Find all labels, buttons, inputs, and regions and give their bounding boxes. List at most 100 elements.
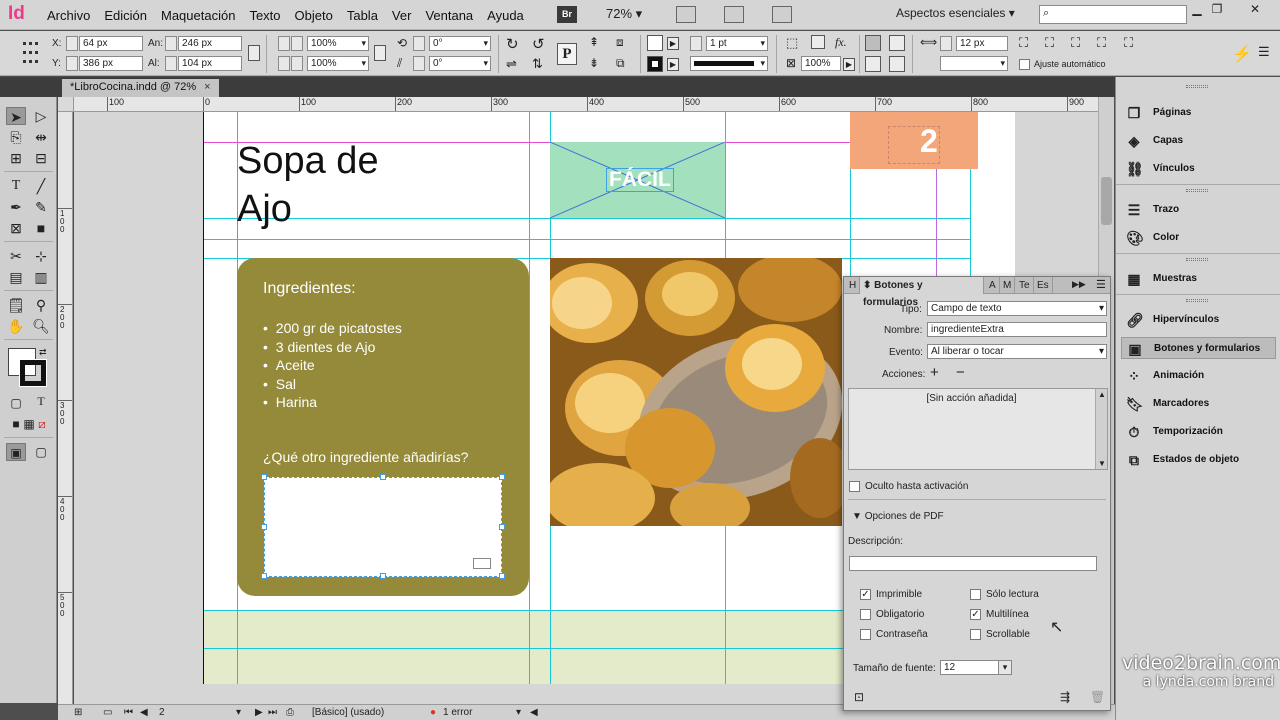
line-tool-icon[interactable]: ╱ xyxy=(31,177,51,195)
menu-archivo[interactable]: Archivo xyxy=(40,8,97,23)
first-page-icon[interactable]: ⏮ xyxy=(124,707,133,718)
dock-animation[interactable]: ⁘ Animación xyxy=(1121,365,1276,387)
formatting-text-icon[interactable]: T xyxy=(31,394,51,412)
constrain-proportions-icon[interactable] xyxy=(248,45,260,61)
arrange-documents-icon[interactable] xyxy=(772,6,792,23)
opacity-dropdown-icon[interactable]: ▶ xyxy=(843,58,855,71)
preview-spread-icon[interactable]: ⊡ xyxy=(854,690,864,704)
y-stepper[interactable] xyxy=(66,56,78,71)
dock-grip[interactable] xyxy=(1186,85,1208,88)
next-page-icon[interactable]: ▶ xyxy=(255,707,263,718)
type-tool-icon[interactable]: T xyxy=(6,177,26,195)
apply-none-icon[interactable]: ⧄ xyxy=(32,415,52,433)
selection-tool-icon[interactable]: ➤ xyxy=(6,107,26,125)
close-window-button[interactable]: ✕ xyxy=(1244,2,1266,16)
scrollbar-thumb[interactable] xyxy=(1101,177,1112,225)
corner-options-icon[interactable]: ⬚ xyxy=(786,35,802,51)
tab-h[interactable]: H xyxy=(846,277,861,294)
text-wrap-bbox-icon[interactable] xyxy=(889,35,905,51)
dock-buttons-forms[interactable]: ▣ Botones y formularios xyxy=(1121,337,1276,359)
shear-dropdown[interactable]: 0° xyxy=(429,56,491,71)
text-wrap-none-icon[interactable] xyxy=(865,35,881,51)
selection-handle[interactable] xyxy=(380,474,386,480)
close-tab-icon[interactable]: × xyxy=(204,81,210,93)
scrollable-checkbox[interactable]: Scrollable xyxy=(970,629,1030,641)
scissors-tool-icon[interactable]: ✂ xyxy=(6,247,26,265)
eyedropper-tool-icon[interactable]: ⚲ xyxy=(31,296,51,314)
font-size-dropdown[interactable]: 12 ▾ xyxy=(940,660,1012,675)
extra-ingredient-text-field[interactable] xyxy=(261,474,505,579)
rotate-dropdown[interactable]: 0° xyxy=(429,36,491,51)
ruler-origin[interactable] xyxy=(58,97,74,112)
scale-x-stepper[interactable] xyxy=(278,36,290,51)
pencil-tool-icon[interactable]: ✎ xyxy=(31,198,51,216)
tab-a[interactable]: A xyxy=(986,277,1000,294)
page-dropdown-icon[interactable]: ▾ xyxy=(236,707,241,718)
link-scale-icon[interactable] xyxy=(374,45,386,61)
read-only-checkbox[interactable]: Sólo lectura xyxy=(970,589,1039,601)
lightning-icon[interactable]: ⚡ xyxy=(1232,44,1252,63)
convert-to-object-icon[interactable]: ⇶ xyxy=(1060,690,1070,704)
dock-object-states[interactable]: ⧉ Estados de objeto xyxy=(1121,449,1276,471)
difficulty-badge[interactable]: FÁCIL xyxy=(550,142,725,218)
gap-tool-icon[interactable]: ⇹ xyxy=(31,128,51,146)
normal-view-icon[interactable]: ▣ xyxy=(6,443,26,461)
flip-icon[interactable]: ⇌ xyxy=(506,56,522,72)
menu-tabla[interactable]: Tabla xyxy=(340,8,385,23)
zoom-tool-icon[interactable]: 🔍︎ xyxy=(31,317,51,335)
fit-frame-icon[interactable]: ⛶ xyxy=(1045,35,1061,51)
effects-fx-icon[interactable]: fx. xyxy=(835,35,851,51)
rectangle-frame-tool-icon[interactable]: ⊠ xyxy=(6,219,26,237)
height-stepper[interactable] xyxy=(165,56,177,71)
spacing-field[interactable]: 12 px xyxy=(956,36,1008,51)
tab-m[interactable]: M xyxy=(1000,277,1016,294)
previous-page-icon[interactable]: ◀ xyxy=(140,707,148,718)
text-wrap-shape-icon[interactable] xyxy=(865,56,881,72)
dock-stroke[interactable]: ☰ Trazo xyxy=(1121,199,1276,221)
add-action-icon[interactable]: + xyxy=(930,364,939,381)
description-input[interactable] xyxy=(849,556,1097,571)
tab-buttons-forms[interactable]: ⬍ Botones y formularios xyxy=(860,277,984,308)
tab-te[interactable]: Te xyxy=(1016,277,1034,294)
page-tool-icon[interactable]: ⎘ xyxy=(6,128,26,146)
x-field[interactable]: 64 px xyxy=(79,36,143,51)
page-size-icon[interactable]: ⊞ xyxy=(74,707,82,718)
evento-dropdown[interactable]: Al liberar o tocar xyxy=(927,344,1107,359)
height-field[interactable]: 104 px xyxy=(178,56,242,71)
y-field[interactable]: 386 px xyxy=(79,56,143,71)
stroke-weight-dropdown[interactable]: 1 pt xyxy=(706,36,768,51)
select-container-icon[interactable]: ⇞ xyxy=(589,35,605,51)
actions-list[interactable]: [Sin acción añadida] ▲ ▼ xyxy=(848,388,1108,470)
free-transform-tool-icon[interactable]: ⊹ xyxy=(31,247,51,265)
drop-shadow-icon[interactable] xyxy=(811,35,825,49)
center-content-icon[interactable]: ⛶ xyxy=(1071,35,1087,51)
select-content-icon[interactable]: ⧈ xyxy=(616,35,632,51)
password-checkbox[interactable]: Contraseña xyxy=(860,629,928,641)
selection-handle[interactable] xyxy=(261,573,267,579)
trash-icon[interactable]: 🗑 xyxy=(1090,690,1105,704)
select-next-icon[interactable]: ⧉ xyxy=(616,56,632,72)
rectangle-tool-icon[interactable]: ■ xyxy=(31,219,51,237)
tab-es[interactable]: Es xyxy=(1034,277,1053,294)
dock-timing[interactable]: ⏱ Temporización xyxy=(1121,421,1276,443)
stroke-swatch-large[interactable] xyxy=(19,359,47,387)
fitting-dropdown[interactable] xyxy=(940,56,1008,71)
scale-y-dropdown[interactable]: 100% xyxy=(307,56,369,71)
stroke-dropdown-icon[interactable]: ▶ xyxy=(667,58,679,71)
rotate-ccw-icon[interactable]: ↺ xyxy=(532,35,548,53)
reference-point-icon[interactable] xyxy=(22,38,40,68)
x-stepper[interactable] xyxy=(66,36,78,51)
page-number-box[interactable]: 2 xyxy=(850,112,978,169)
restore-button[interactable]: ❐ xyxy=(1206,2,1228,16)
panel-menu-icon[interactable]: ☰ xyxy=(1096,278,1106,291)
fill-proportionally-icon[interactable]: ⛶ xyxy=(1097,35,1113,51)
view-options-icon[interactable] xyxy=(676,6,696,23)
dock-grip[interactable] xyxy=(1186,299,1208,302)
last-page-icon[interactable]: ⏭ xyxy=(268,707,277,718)
tipo-dropdown[interactable]: Campo de texto xyxy=(927,301,1107,316)
recipe-title[interactable]: Sopa de Ajo xyxy=(237,137,379,233)
dock-color[interactable]: 🎨︎ Color xyxy=(1121,227,1276,249)
dock-hyperlinks[interactable]: 🔗︎ Hipervínculos xyxy=(1121,309,1276,331)
selection-handle[interactable] xyxy=(261,524,267,530)
screen-mode-icon[interactable] xyxy=(724,6,744,23)
